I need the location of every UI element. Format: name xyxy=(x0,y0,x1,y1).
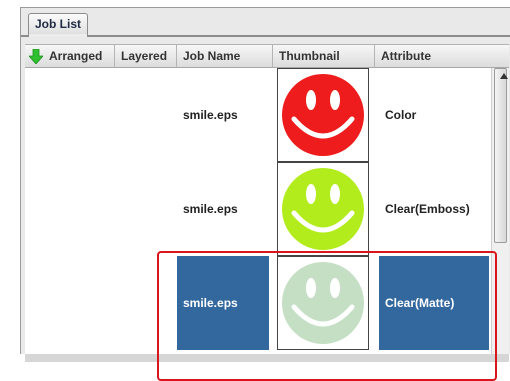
job-name-cell[interactable]: smile.eps xyxy=(177,162,269,256)
job-name-cell[interactable]: smile.eps xyxy=(177,68,269,162)
scroll-up-arrow-icon xyxy=(500,73,508,79)
table-row[interactable]: smile.eps Color xyxy=(25,68,491,162)
sort-down-arrow-icon xyxy=(29,49,43,64)
smiley-face-icon xyxy=(282,74,364,156)
attribute-cell[interactable]: Color xyxy=(379,68,489,162)
highlight-frame xyxy=(157,251,497,381)
tab-job-list[interactable]: Job List xyxy=(28,13,88,35)
thumbnail-cell[interactable] xyxy=(277,162,369,256)
table-header: Arranged Layered Job Name Thumbnail Attr… xyxy=(25,44,509,68)
smiley-face-icon xyxy=(282,168,364,250)
column-header-layered[interactable]: Layered xyxy=(115,45,177,68)
scrollbar-thumb[interactable] xyxy=(494,68,508,243)
attribute-cell[interactable]: Clear(Emboss) xyxy=(379,162,489,256)
table-row[interactable]: smile.eps Clear(Emboss) xyxy=(25,162,491,256)
column-header-attribute[interactable]: Attribute xyxy=(375,45,509,68)
column-header-label: Arranged xyxy=(49,49,103,63)
column-header-arranged[interactable]: Arranged xyxy=(25,45,115,68)
tab-underline xyxy=(21,35,510,37)
column-header-job-name[interactable]: Job Name xyxy=(177,45,273,68)
thumbnail-cell[interactable] xyxy=(277,68,369,162)
column-header-thumbnail[interactable]: Thumbnail xyxy=(273,45,375,68)
